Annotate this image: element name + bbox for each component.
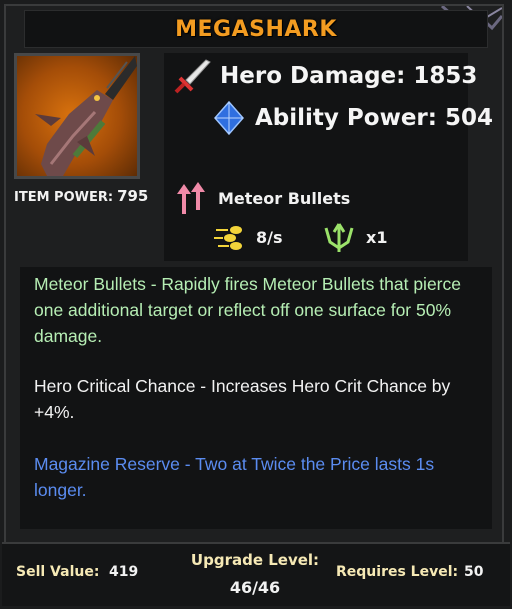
crit-chance-description: Hero Critical Chance - Increases Hero Cr… bbox=[34, 376, 451, 422]
yellow-bullets-icon bbox=[214, 226, 242, 250]
weapon-name: Meteor Bullets bbox=[218, 188, 351, 208]
item-title: MEGASHARK bbox=[175, 16, 337, 42]
fire-rate-value: 8/s bbox=[256, 227, 283, 247]
blue-diamond-icon bbox=[214, 100, 244, 136]
item-power-label: ITEM POWER: bbox=[14, 190, 114, 205]
magazine-reserve-description: Magazine Reserve - Two at Twice the Pric… bbox=[34, 454, 435, 500]
pink-arrows-icon bbox=[177, 182, 205, 214]
weapon-row: Meteor Bullets bbox=[174, 180, 350, 216]
description-panel: Meteor Bullets - Rapidly fires Meteor Bu… bbox=[20, 267, 492, 529]
upgrade-level-label: Upgrade Level: bbox=[190, 551, 320, 569]
sell-value: 419 bbox=[109, 564, 139, 580]
requires-level-label: Requires Level: bbox=[336, 564, 459, 580]
weapon-description: Meteor Bullets - Rapidly fires Meteor Bu… bbox=[34, 274, 461, 346]
upgrade-level-value: 46/46 bbox=[229, 578, 281, 597]
item-power-value: 795 bbox=[117, 187, 149, 205]
pierce-count: x1 bbox=[366, 227, 388, 247]
ability-power-row: Ability Power: 504 bbox=[213, 100, 493, 136]
pierce-row: x1 bbox=[322, 220, 387, 254]
hero-damage-row: Hero Damage: 1853 bbox=[172, 58, 477, 94]
hero-damage-text: Hero Damage: 1853 bbox=[220, 63, 478, 89]
megashark-gun-icon bbox=[35, 56, 137, 176]
green-trident-icon bbox=[324, 223, 354, 252]
sword-icon bbox=[174, 59, 211, 94]
ability-power-text: Ability Power: 504 bbox=[255, 105, 493, 131]
item-image bbox=[14, 53, 140, 179]
fire-rate-row: 8/s bbox=[214, 222, 283, 252]
requires-level-value: 50 bbox=[464, 564, 484, 580]
item-power: ITEM POWER: 795 bbox=[14, 187, 148, 205]
sell-value-label: Sell Value: bbox=[16, 564, 100, 580]
title-bar: MEGASHARK bbox=[24, 10, 488, 48]
